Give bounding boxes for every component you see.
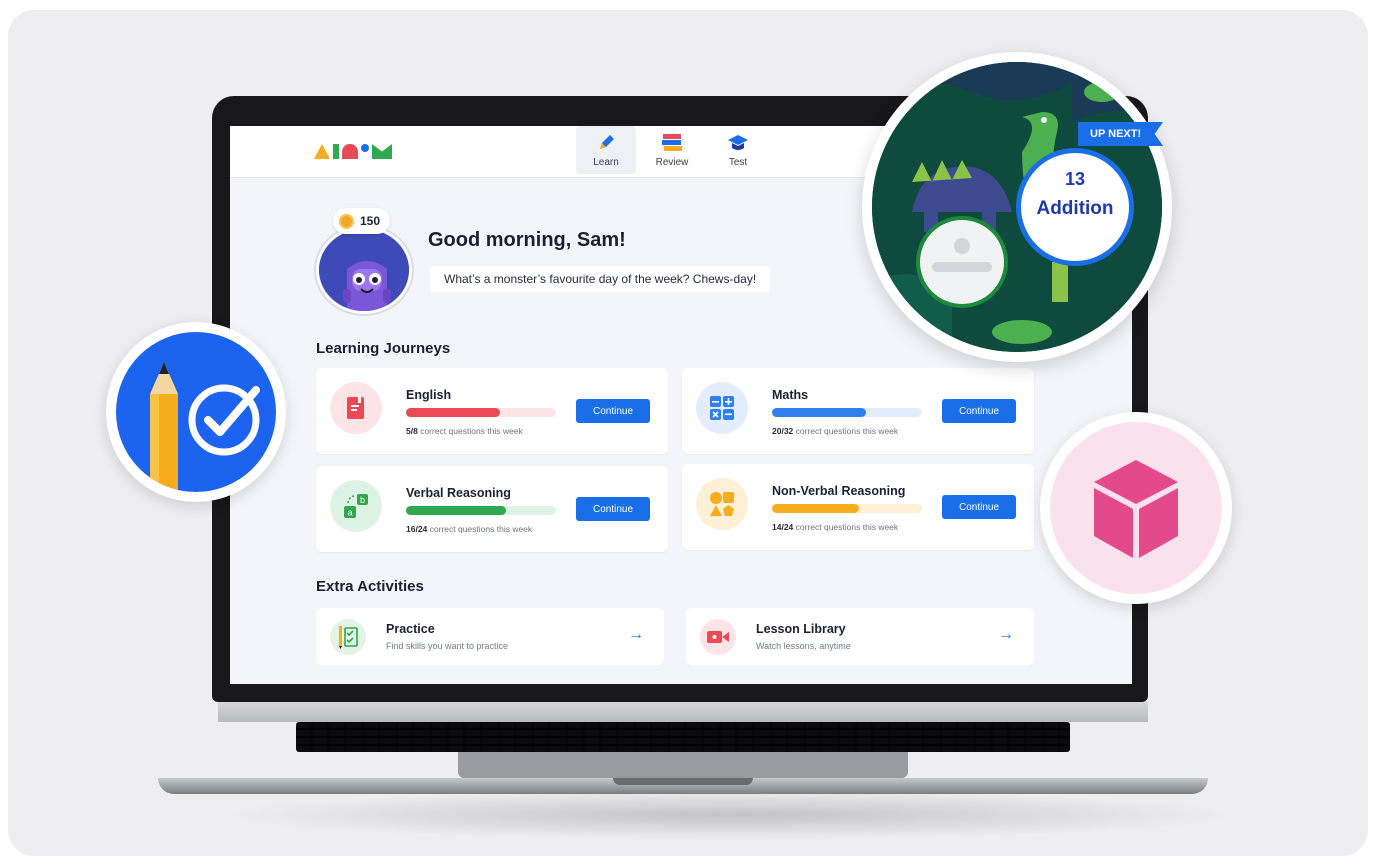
journey-title: Maths (772, 388, 809, 402)
letters-ab-icon: ab (344, 494, 368, 518)
cube-icon (1094, 460, 1178, 558)
section-title-extra-activities: Extra Activities (316, 578, 424, 595)
section-title-learning-journeys: Learning Journeys (316, 340, 451, 357)
calculator-icon (710, 396, 734, 420)
journey-stat: 20/32 correct questions this week (772, 426, 898, 436)
next-lesson-bubble[interactable]: 13 Addition (1016, 148, 1134, 266)
journey-score: 20/32 (772, 426, 794, 436)
progress-bar (406, 506, 556, 515)
nav-label: Learn (593, 156, 619, 168)
books-icon (662, 133, 682, 151)
journey-stat: 5/8 correct questions this week (406, 426, 523, 436)
shapes-icon (710, 492, 734, 516)
journey-icon: ab (330, 480, 382, 532)
journey-card-non-verbal-reasoning[interactable]: Non-Verbal Reasoning 14/24 correct quest… (682, 464, 1034, 550)
journey-stat: 14/24 correct questions this week (772, 522, 898, 532)
graduation-cap-icon (728, 134, 748, 150)
journey-stat-text: correct questions this week (793, 522, 899, 532)
extra-subtitle: Watch lessons, anytime (756, 641, 851, 651)
laptop-notch (613, 778, 753, 785)
nav-label: Review (655, 156, 689, 168)
nav-tab-review[interactable]: Review (642, 126, 702, 174)
journey-icon (696, 478, 748, 530)
journey-score: 14/24 (772, 522, 794, 532)
journey-stat: 16/24 correct questions this week (406, 524, 532, 534)
journey-score: 5/8 (406, 426, 418, 436)
journey-stat-text: correct questions this week (427, 524, 533, 534)
journey-icon (330, 382, 382, 434)
video-camera-icon (707, 631, 729, 643)
progress-bar (772, 504, 922, 513)
laptop-base (158, 700, 1208, 800)
laptop-hinge (218, 700, 1148, 722)
main-nav: Learn Review Test (576, 126, 768, 174)
nav-tab-learn[interactable]: Learn (576, 126, 636, 174)
lesson-name: Addition (1036, 198, 1114, 219)
lesson-number: 13 (1064, 169, 1086, 189)
checklist-icon (339, 626, 358, 649)
journey-title: English (406, 388, 452, 402)
progress-bar (772, 408, 922, 417)
coin-icon (339, 213, 354, 229)
journey-title: Non-Verbal Reasoning (772, 484, 906, 498)
nav-label: Test (728, 156, 748, 168)
progress-fill (772, 504, 860, 513)
atom-logo[interactable] (314, 144, 392, 159)
svg-text:a: a (347, 508, 352, 518)
pencil-check-icon (150, 362, 260, 492)
continue-button[interactable]: Continue (576, 399, 650, 423)
arrow-right-icon[interactable]: → (628, 626, 644, 644)
placeholder-avatar-icon (932, 238, 992, 272)
journey-card-english[interactable]: English 5/8 correct questions this week … (316, 368, 668, 454)
extra-icon (700, 619, 736, 655)
progress-fill (406, 506, 507, 515)
laptop-keyboard (296, 722, 1070, 752)
progress-fill (406, 408, 500, 417)
pencil-icon (600, 134, 614, 149)
up-next-banner: UP NEXT! (1078, 122, 1164, 146)
coin-count: 150 (360, 214, 381, 228)
journey-icon (696, 382, 748, 434)
avatar[interactable] (316, 226, 412, 314)
coin-balance[interactable]: 150 (333, 208, 391, 234)
completed-lesson-bubble[interactable] (916, 216, 1008, 308)
extra-title: Lesson Library (756, 622, 846, 636)
svg-text:b: b (360, 495, 365, 505)
extra-card-practice[interactable]: Practice Find skills you want to practic… (316, 608, 664, 665)
pencil-check-badge (106, 322, 286, 502)
monster-avatar-icon (319, 229, 409, 311)
book-icon (347, 397, 364, 419)
pencil-check-badge-inner (116, 332, 276, 492)
journey-title: Verbal Reasoning (406, 486, 511, 500)
extra-icon (330, 619, 366, 655)
journey-card-maths[interactable]: Maths 20/32 correct questions this week … (682, 368, 1034, 454)
arrow-right-icon[interactable]: → (998, 626, 1014, 644)
joke-bubble: What’s a monster’s favourite day of the … (430, 266, 771, 292)
extra-title: Practice (386, 622, 435, 636)
journey-score: 16/24 (406, 524, 428, 534)
journey-stat-text: correct questions this week (417, 426, 523, 436)
cube-badge-inner (1050, 422, 1222, 594)
greeting-heading: Good morning, Sam! (428, 229, 626, 251)
continue-button[interactable]: Continue (942, 495, 1016, 519)
journey-stat-text: correct questions this week (793, 426, 899, 436)
extra-subtitle: Find skills you want to practice (386, 641, 509, 651)
extra-card-lesson-library[interactable]: Lesson Library Watch lessons, anytime → (686, 608, 1034, 665)
cube-badge (1040, 412, 1232, 604)
continue-button[interactable]: Continue (576, 497, 650, 521)
journey-card-verbal-reasoning[interactable]: ab Verbal Reasoning 16/24 correct questi… (316, 466, 668, 552)
laptop-trackpad (458, 752, 908, 778)
progress-fill (772, 408, 866, 417)
nav-tab-test[interactable]: Test (708, 126, 768, 174)
continue-button[interactable]: Continue (942, 399, 1016, 423)
progress-bar (406, 408, 556, 417)
